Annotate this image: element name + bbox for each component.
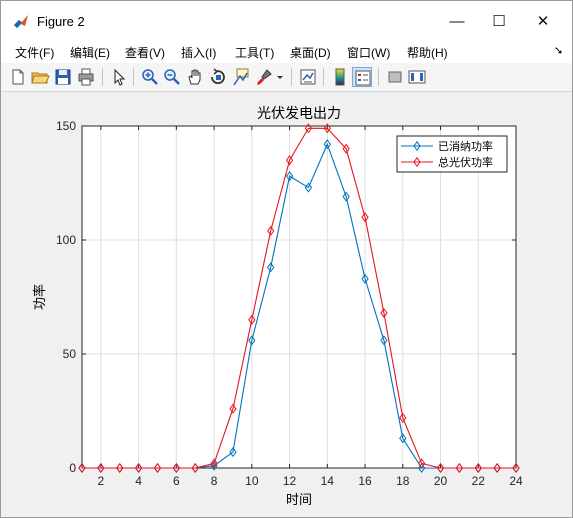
line-chart[interactable]: 2 4 6 8 10 12 14 16 18 20 22 24050100150 光伏发电出力 时间 … <box>3 92 570 515</box>
y-tick-label: 0 <box>69 461 76 475</box>
rotate-3d-button[interactable] <box>208 67 228 87</box>
print-icon <box>78 68 94 86</box>
x-tick-label: 16 <box>358 474 372 488</box>
colorbar-icon <box>335 68 345 86</box>
figure-toolbar <box>1 63 572 92</box>
window-title: Figure 2 <box>37 14 85 29</box>
menu-window[interactable]: 窗口(W) <box>347 44 390 61</box>
data-cursor-button[interactable] <box>231 67 251 87</box>
figure-window: Figure 2 — ☐ ✕ 文件(F) 编辑(E) 查看(V) 插入(I) 工… <box>0 0 573 518</box>
brush-dropdown-button[interactable] <box>275 67 285 87</box>
open-file-button[interactable] <box>30 67 50 87</box>
x-tick-label: 14 <box>321 474 335 488</box>
pan-button[interactable] <box>185 67 205 87</box>
edit-plot-button[interactable] <box>109 67 129 87</box>
maximize-button[interactable]: ☐ <box>479 9 519 35</box>
legend-icon <box>355 70 371 86</box>
x-tick-label: 12 <box>283 474 297 488</box>
x-tick-label: 8 <box>211 474 218 488</box>
x-tick-label: 6 <box>173 474 180 488</box>
open-file-icon <box>31 72 50 84</box>
zoom-out-button[interactable] <box>162 67 182 87</box>
chart-title: 光伏发电出力 <box>257 105 341 121</box>
menu-insert[interactable]: 插入(I) <box>181 44 216 61</box>
close-button[interactable]: ✕ <box>523 9 563 35</box>
y-tick-label: 150 <box>56 119 76 133</box>
pan-icon <box>188 69 201 85</box>
data-cursor-icon <box>233 68 249 86</box>
x-tick-label: 24 <box>509 474 523 488</box>
x-axis-label: 时间 <box>286 492 312 507</box>
legend-label: 已消纳功率 <box>438 139 493 153</box>
y-axis-label: 功率 <box>32 284 47 310</box>
legend[interactable]: 已消纳功率总光伏功率 <box>396 135 508 173</box>
minimize-icon: — <box>449 13 465 30</box>
menu-view[interactable]: 查看(V) <box>125 44 165 61</box>
link-plot-icon <box>300 69 316 85</box>
hide-plot-tools-button[interactable] <box>385 67 405 87</box>
x-tick-label: 10 <box>245 474 259 488</box>
close-icon: ✕ <box>536 13 550 30</box>
save-button[interactable] <box>53 67 73 87</box>
zoom-in-icon <box>142 69 158 85</box>
menu-help[interactable]: 帮助(H) <box>407 44 448 61</box>
legend-button[interactable] <box>352 67 372 87</box>
save-icon <box>55 69 71 85</box>
print-button[interactable] <box>76 67 96 87</box>
zoom-in-button[interactable] <box>140 67 160 87</box>
dock-arrow-icon[interactable]: ➘ <box>554 44 563 57</box>
link-plot-button[interactable] <box>298 67 318 87</box>
maximize-icon: ☐ <box>492 13 506 30</box>
menu-edit[interactable]: 编辑(E) <box>70 44 110 61</box>
rotate-3d-icon <box>211 68 225 85</box>
menu-bar: 文件(F) 编辑(E) 查看(V) 插入(I) 工具(T) 桌面(D) 窗口(W… <box>1 41 572 63</box>
x-tick-label: 2 <box>98 474 105 488</box>
legend-label: 总光伏功率 <box>438 155 493 169</box>
brush-icon <box>257 69 272 85</box>
menu-desktop[interactable]: 桌面(D) <box>290 44 331 61</box>
hide-plot-tools-icon <box>388 71 402 83</box>
title-bar[interactable]: Figure 2 — ☐ ✕ <box>1 1 572 41</box>
menu-tools[interactable]: 工具(T) <box>235 44 274 61</box>
colorbar-button[interactable] <box>330 67 350 87</box>
y-tick-label: 50 <box>63 347 77 361</box>
x-tick-label: 22 <box>472 474 486 488</box>
new-figure-icon <box>12 69 24 85</box>
y-tick-label: 100 <box>56 233 76 247</box>
menu-file[interactable]: 文件(F) <box>15 44 54 61</box>
matlab-logo-icon <box>13 14 29 30</box>
show-plot-tools-button[interactable] <box>407 67 427 87</box>
x-tick-label: 4 <box>135 474 142 488</box>
zoom-out-icon <box>164 69 180 85</box>
chevron-down-icon <box>277 76 283 79</box>
x-tick-label: 18 <box>396 474 410 488</box>
minimize-button[interactable]: — <box>437 9 477 35</box>
new-figure-button[interactable] <box>8 67 28 87</box>
show-plot-tools-icon <box>408 70 426 84</box>
brush-button[interactable] <box>254 67 274 87</box>
edit-plot-icon <box>114 68 126 86</box>
x-tick-label: 20 <box>434 474 448 488</box>
figure-canvas: 2 4 6 8 10 12 14 16 18 20 22 24 0 50 100 150 光伏发电出力 时间 … <box>3 92 570 515</box>
axes-background[interactable] <box>82 126 516 468</box>
